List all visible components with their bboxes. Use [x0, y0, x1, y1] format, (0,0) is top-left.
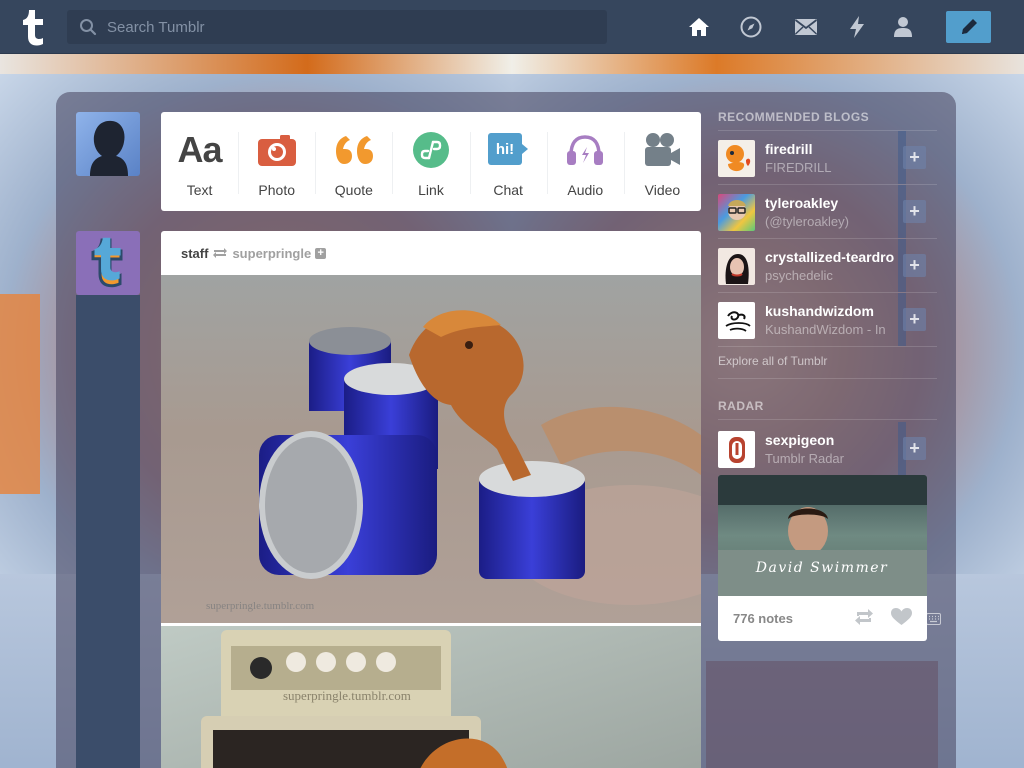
avatar-sticky-rail: [76, 295, 140, 768]
explore-compass-icon[interactable]: [739, 15, 763, 39]
recommended-blogs-title: RECOMMENDED BLOGS: [718, 110, 937, 131]
post-type-photo[interactable]: Photo: [238, 112, 315, 211]
blog-name: tyleroakley: [765, 195, 839, 211]
radar-post-image: David Swimmer: [718, 475, 927, 596]
recommended-blog[interactable]: firedrill FIREDRILL +: [718, 131, 937, 185]
photo-watermark: superpringle.tumblr.com: [283, 688, 411, 703]
blog-title: psychedelic: [765, 268, 833, 283]
photo-watermark: superpringle.tumblr.com: [206, 600, 315, 612]
dashboard-post: staff superpringle + superpringle.tumblr…: [161, 231, 701, 768]
reblog-icon[interactable]: [854, 608, 874, 631]
blog-name: sexpigeon: [765, 432, 835, 448]
blog-avatar: [718, 194, 755, 231]
blog-avatar: [718, 302, 755, 339]
blog-title: KushandWizdom - In: [765, 322, 886, 337]
blog-title: FIREDRILL: [765, 160, 832, 175]
post-type-bar: Aa Text Photo Quote Link hi! Chat Audio …: [161, 112, 701, 211]
blog-avatar: [718, 431, 755, 468]
radar-post-footer: 776 notes: [718, 596, 927, 641]
post-photo-drums: superpringle.tumblr.com: [161, 275, 701, 623]
camera-icon: [257, 135, 296, 166]
radar-blog[interactable]: sexpigeon Tumblr Radar +: [718, 422, 937, 476]
user-avatar[interactable]: [76, 112, 140, 176]
recommended-blog[interactable]: tyleroakley (@tyleroakley) +: [718, 185, 937, 239]
tumblr-logo[interactable]: [13, 6, 53, 48]
follow-blog-button[interactable]: +: [903, 437, 926, 460]
post-type-label: Chat: [493, 182, 523, 198]
follow-blog-button[interactable]: +: [903, 254, 926, 277]
radar-title: RADAR: [718, 399, 937, 420]
post-type-link[interactable]: Link: [392, 112, 469, 211]
post-author-link[interactable]: staff: [181, 246, 208, 261]
post-type-label: Video: [644, 182, 681, 198]
chat-bubble-icon: hi!: [488, 133, 529, 165]
blog-title: (@tyleroakley): [765, 214, 849, 229]
quote-icon: [335, 136, 373, 164]
follow-blog-button[interactable]: +: [903, 308, 926, 331]
blog-name: crystallized-teardro: [765, 249, 895, 265]
blog-name: kushandwizdom: [765, 303, 874, 319]
text-aa-icon: Aa: [177, 129, 223, 170]
post-type-label: Photo: [258, 182, 295, 198]
search-icon: [80, 19, 97, 36]
chat-icon-text: hi!: [496, 141, 514, 158]
link-icon: [412, 132, 449, 168]
post-source-link[interactable]: superpringle: [232, 246, 311, 261]
post-type-quote[interactable]: Quote: [315, 112, 392, 211]
post-type-chat[interactable]: hi! Chat: [469, 112, 547, 211]
compose-pencil-icon: [961, 19, 977, 34]
blog-title: Tumblr Radar: [765, 451, 844, 466]
post-type-label: Link: [418, 182, 444, 198]
blog-avatar: [718, 140, 755, 177]
radar-post-card[interactable]: David Swimmer 776 notes: [718, 475, 927, 641]
top-navigation-bar: [0, 0, 1024, 54]
explore-tumblr-link[interactable]: Explore all of Tumblr: [718, 354, 937, 379]
blog-avatar: [718, 248, 755, 285]
post-photo-amp: superpringle.tumblr.com: [161, 626, 701, 768]
inbox-mail-icon[interactable]: [794, 15, 818, 39]
staff-avatar[interactable]: [76, 231, 140, 295]
blog-name: firedrill: [765, 141, 813, 157]
reblog-arrows-icon: [212, 247, 228, 259]
post-type-label: Text: [186, 182, 213, 198]
search-input[interactable]: [107, 18, 587, 36]
keyboard-shortcuts-icon[interactable]: [926, 612, 941, 630]
post-header: staff superpringle +: [161, 231, 701, 275]
recommended-blog[interactable]: crystallized-teardro psychedelic +: [718, 239, 937, 293]
post-type-video[interactable]: Video: [623, 112, 701, 211]
follow-blog-button[interactable]: +: [903, 146, 926, 169]
follow-source-button[interactable]: +: [315, 247, 327, 259]
follow-blog-button[interactable]: +: [903, 200, 926, 223]
post-type-audio[interactable]: Audio: [546, 112, 624, 211]
home-icon[interactable]: [687, 15, 711, 39]
radar-image-caption: David Swimmer: [755, 560, 888, 576]
sidebar-below-fold: [706, 661, 938, 768]
like-heart-icon[interactable]: [891, 608, 912, 631]
account-person-icon[interactable]: [891, 15, 915, 39]
post-type-label: Quote: [334, 182, 373, 198]
recommended-blog[interactable]: kushandwizdom KushandWizdom - In +: [718, 293, 937, 347]
post-type-label: Audio: [567, 182, 604, 198]
notes-count[interactable]: 776 notes: [733, 611, 793, 626]
activity-lightning-icon[interactable]: [845, 15, 869, 39]
post-type-text[interactable]: Aa Text: [161, 112, 238, 211]
headphones-icon: [567, 135, 604, 165]
video-camera-icon: [645, 133, 681, 166]
compose-button[interactable]: [946, 11, 991, 43]
search-box[interactable]: [67, 10, 607, 44]
